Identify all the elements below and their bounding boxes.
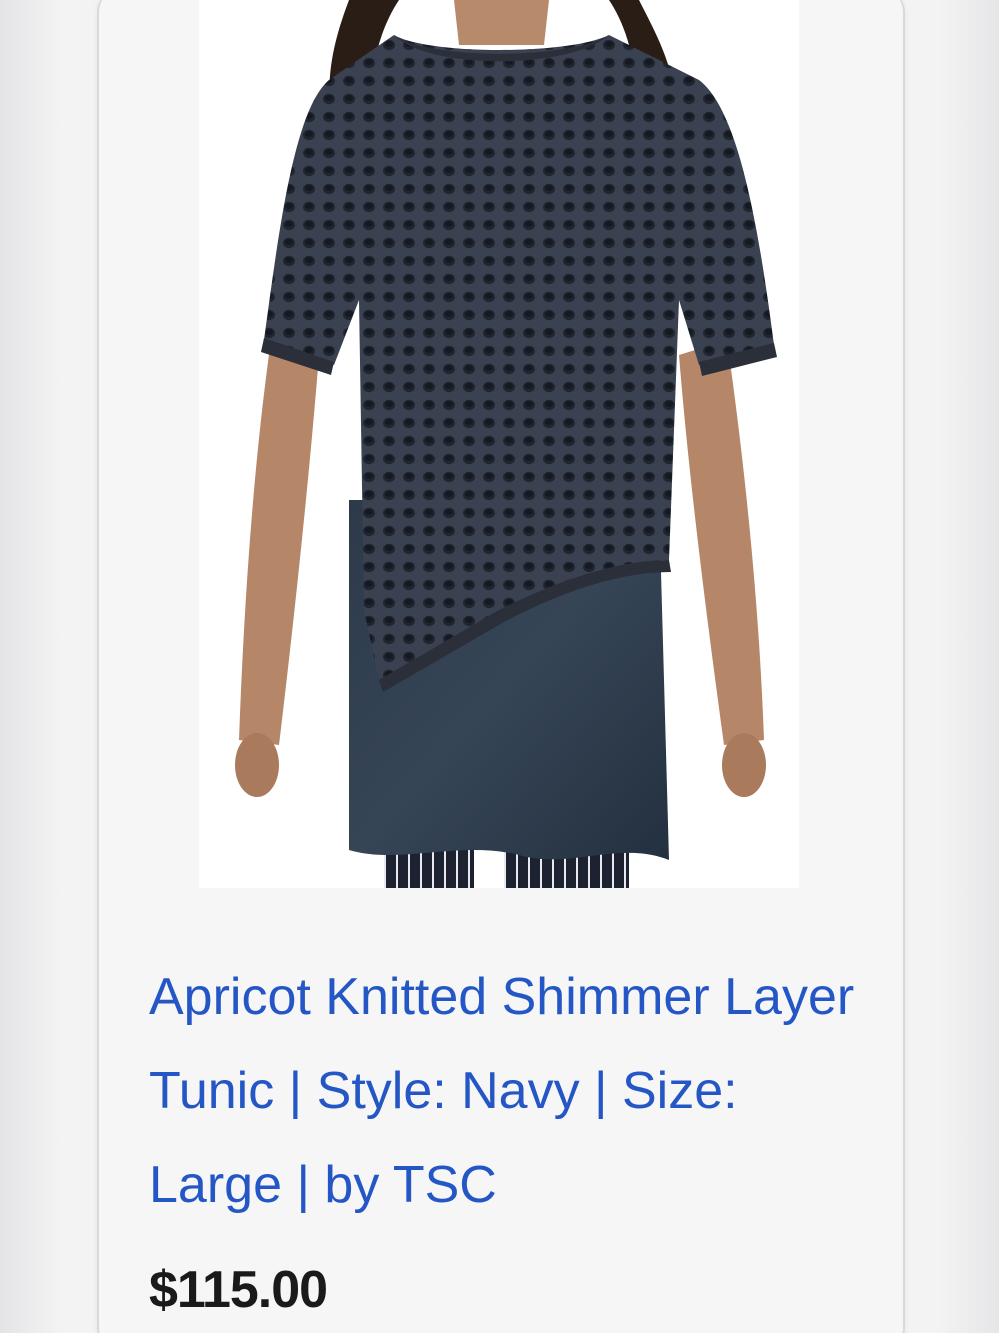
product-photo (235, 0, 777, 888)
left-arm (239, 340, 319, 745)
knit-sweater (264, 35, 774, 680)
product-image[interactable] (199, 0, 799, 888)
page: Apricot Knitted Shimmer Layer Tunic | St… (0, 0, 999, 1333)
right-arm (679, 340, 764, 745)
product-card[interactable]: Apricot Knitted Shimmer Layer Tunic | St… (97, 0, 905, 1333)
product-price: $115.00 (149, 1261, 328, 1319)
product-title-link[interactable]: Apricot Knitted Shimmer Layer Tunic | St… (149, 950, 869, 1232)
